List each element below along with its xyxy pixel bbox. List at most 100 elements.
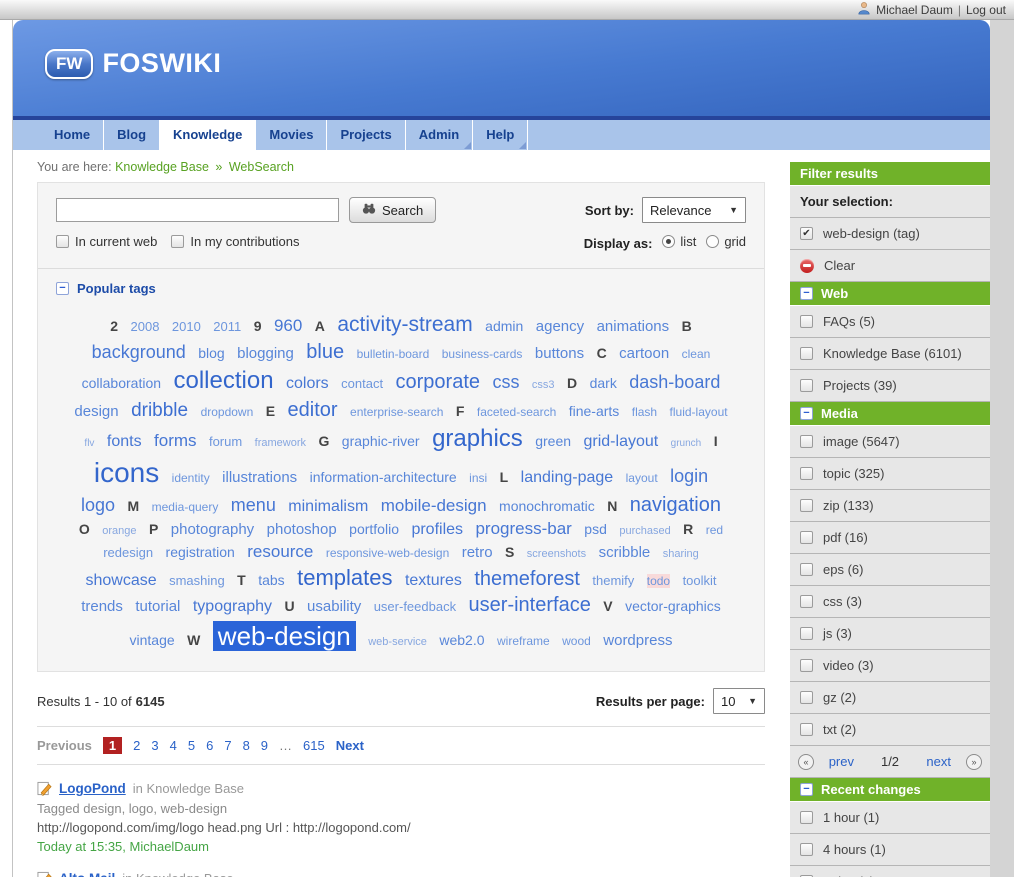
tag-fonts[interactable]: fonts: [107, 433, 142, 450]
result-title-link[interactable]: Alto Mail: [59, 871, 115, 877]
tag-web-design[interactable]: web-design: [213, 621, 356, 651]
tag-wireframe[interactable]: wireframe: [497, 634, 550, 648]
checkbox-box[interactable]: [800, 379, 813, 392]
facet-1-hour-1[interactable]: 1 hour (1): [790, 802, 990, 834]
tag-smashing[interactable]: smashing: [169, 573, 225, 588]
collapse-icon[interactable]: −: [800, 287, 813, 300]
tag-collaboration[interactable]: collaboration: [82, 375, 161, 391]
facet-faqs-5[interactable]: FAQs (5): [790, 306, 990, 338]
pager-next-link[interactable]: next: [917, 754, 960, 769]
page-7[interactable]: 7: [224, 738, 231, 753]
facet-image-5647[interactable]: image (5647): [790, 426, 990, 458]
search-input[interactable]: [56, 198, 339, 222]
facet-eps-6[interactable]: eps (6): [790, 554, 990, 586]
facet-gz-2[interactable]: gz (2): [790, 682, 990, 714]
tag-menu[interactable]: menu: [231, 495, 276, 515]
facet-js-3[interactable]: js (3): [790, 618, 990, 650]
tag-orange[interactable]: orange: [102, 525, 136, 537]
tag-dash-board[interactable]: dash-board: [629, 372, 720, 392]
tag-tutorial[interactable]: tutorial: [135, 598, 180, 615]
page-4[interactable]: 4: [170, 738, 177, 753]
sort-select[interactable]: Relevance ▼: [642, 197, 746, 223]
tag-colors[interactable]: colors: [286, 375, 329, 392]
checkbox-box[interactable]: [800, 563, 813, 576]
radio-button[interactable]: [706, 235, 719, 248]
logout-link[interactable]: Log out: [966, 3, 1006, 17]
tag-vector-graphics[interactable]: vector-graphics: [625, 598, 721, 614]
tag-editor[interactable]: editor: [288, 399, 338, 421]
page-2[interactable]: 2: [133, 738, 140, 753]
tag-registration[interactable]: registration: [166, 544, 235, 560]
tag-illustrations[interactable]: illustrations: [222, 469, 297, 486]
tag-collection[interactable]: collection: [173, 367, 273, 394]
tag-forum[interactable]: forum: [209, 434, 242, 449]
checkbox-box[interactable]: [800, 467, 813, 480]
page-current[interactable]: 1: [103, 737, 122, 754]
search-button[interactable]: Search: [349, 197, 436, 223]
tag-login[interactable]: login: [670, 466, 708, 486]
tag-graphics[interactable]: graphics: [432, 425, 523, 452]
checkbox-in-current-web[interactable]: In current web: [56, 234, 157, 249]
page-5[interactable]: 5: [188, 738, 195, 753]
tag-flash[interactable]: flash: [632, 405, 657, 419]
tag-2008[interactable]: 2008: [131, 319, 160, 334]
tag-framework[interactable]: framework: [255, 437, 306, 449]
tag-todo[interactable]: todo: [647, 574, 670, 588]
page-9[interactable]: 9: [261, 738, 268, 753]
checkbox-box[interactable]: [800, 627, 813, 640]
tag-wordpress[interactable]: wordpress: [603, 632, 672, 649]
tag-contact[interactable]: contact: [341, 376, 383, 391]
tab-knowledge[interactable]: Knowledge: [160, 120, 256, 150]
page-6[interactable]: 6: [206, 738, 213, 753]
tab-blog[interactable]: Blog: [104, 120, 160, 150]
tag-monochromatic[interactable]: monochromatic: [499, 498, 595, 514]
checkbox-in-my-contributions[interactable]: In my contributions: [171, 234, 299, 249]
tag-progress-bar[interactable]: progress-bar: [475, 519, 571, 538]
tag-background[interactable]: background: [92, 342, 186, 362]
tag-dribble[interactable]: dribble: [131, 400, 188, 421]
collapse-icon[interactable]: −: [800, 407, 813, 420]
facet-pdf-16[interactable]: pdf (16): [790, 522, 990, 554]
tag-activity-stream[interactable]: activity-stream: [337, 313, 472, 336]
tab-projects[interactable]: Projects: [327, 120, 405, 150]
tag-2011[interactable]: 2011: [213, 319, 241, 334]
tag-forms[interactable]: forms: [154, 431, 197, 450]
tag-photography[interactable]: photography: [171, 521, 254, 538]
tag-faceted-search[interactable]: faceted-search: [477, 405, 556, 419]
tag-templates[interactable]: templates: [297, 565, 392, 590]
tag-identity[interactable]: identity: [172, 471, 210, 485]
checkbox-box[interactable]: [800, 811, 813, 824]
tag-web2-0[interactable]: web2.0: [439, 632, 484, 648]
tag-960[interactable]: 960: [274, 316, 302, 335]
tag-blogging[interactable]: blogging: [237, 345, 294, 362]
tab-admin[interactable]: Admin: [406, 120, 473, 150]
tag-information-architecture[interactable]: information-architecture: [310, 469, 457, 485]
tag-css[interactable]: css: [492, 372, 519, 392]
site-logo[interactable]: FW FOSWIKI: [45, 48, 221, 79]
tag-layout[interactable]: layout: [626, 471, 658, 485]
tag-logo[interactable]: logo: [81, 495, 115, 515]
tag-toolkit[interactable]: toolkit: [683, 573, 717, 588]
section-header-media[interactable]: −Media: [790, 402, 990, 426]
tag-2010[interactable]: 2010: [172, 319, 201, 334]
tag-photoshop[interactable]: photoshop: [267, 521, 337, 538]
checkbox-box[interactable]: [800, 531, 813, 544]
checkbox-box[interactable]: [800, 435, 813, 448]
tag-media-query[interactable]: media-query: [152, 500, 219, 514]
display-option-list[interactable]: list: [662, 234, 696, 249]
tag-corporate[interactable]: corporate: [396, 371, 481, 393]
tag-themeforest[interactable]: themeforest: [474, 568, 580, 590]
tag-responsive-web-design[interactable]: responsive-web-design: [326, 546, 449, 560]
facet-4-hours-1[interactable]: 4 hours (1): [790, 834, 990, 866]
tab-movies[interactable]: Movies: [256, 120, 327, 150]
tag-bulletin-board[interactable]: bulletin-board: [357, 347, 430, 361]
tag-fluid-layout[interactable]: fluid-layout: [670, 405, 728, 419]
facet-topic-325[interactable]: topic (325): [790, 458, 990, 490]
checkbox-box[interactable]: [800, 499, 813, 512]
collapse-icon[interactable]: −: [800, 783, 813, 796]
selection-web-design-tag[interactable]: ✔web-design (tag): [790, 218, 990, 250]
tag-business-cards[interactable]: business-cards: [442, 347, 523, 361]
tag-graphic-river[interactable]: graphic-river: [342, 433, 420, 449]
result-title-link[interactable]: LogoPond: [59, 781, 126, 796]
tag-wood[interactable]: wood: [562, 634, 591, 648]
